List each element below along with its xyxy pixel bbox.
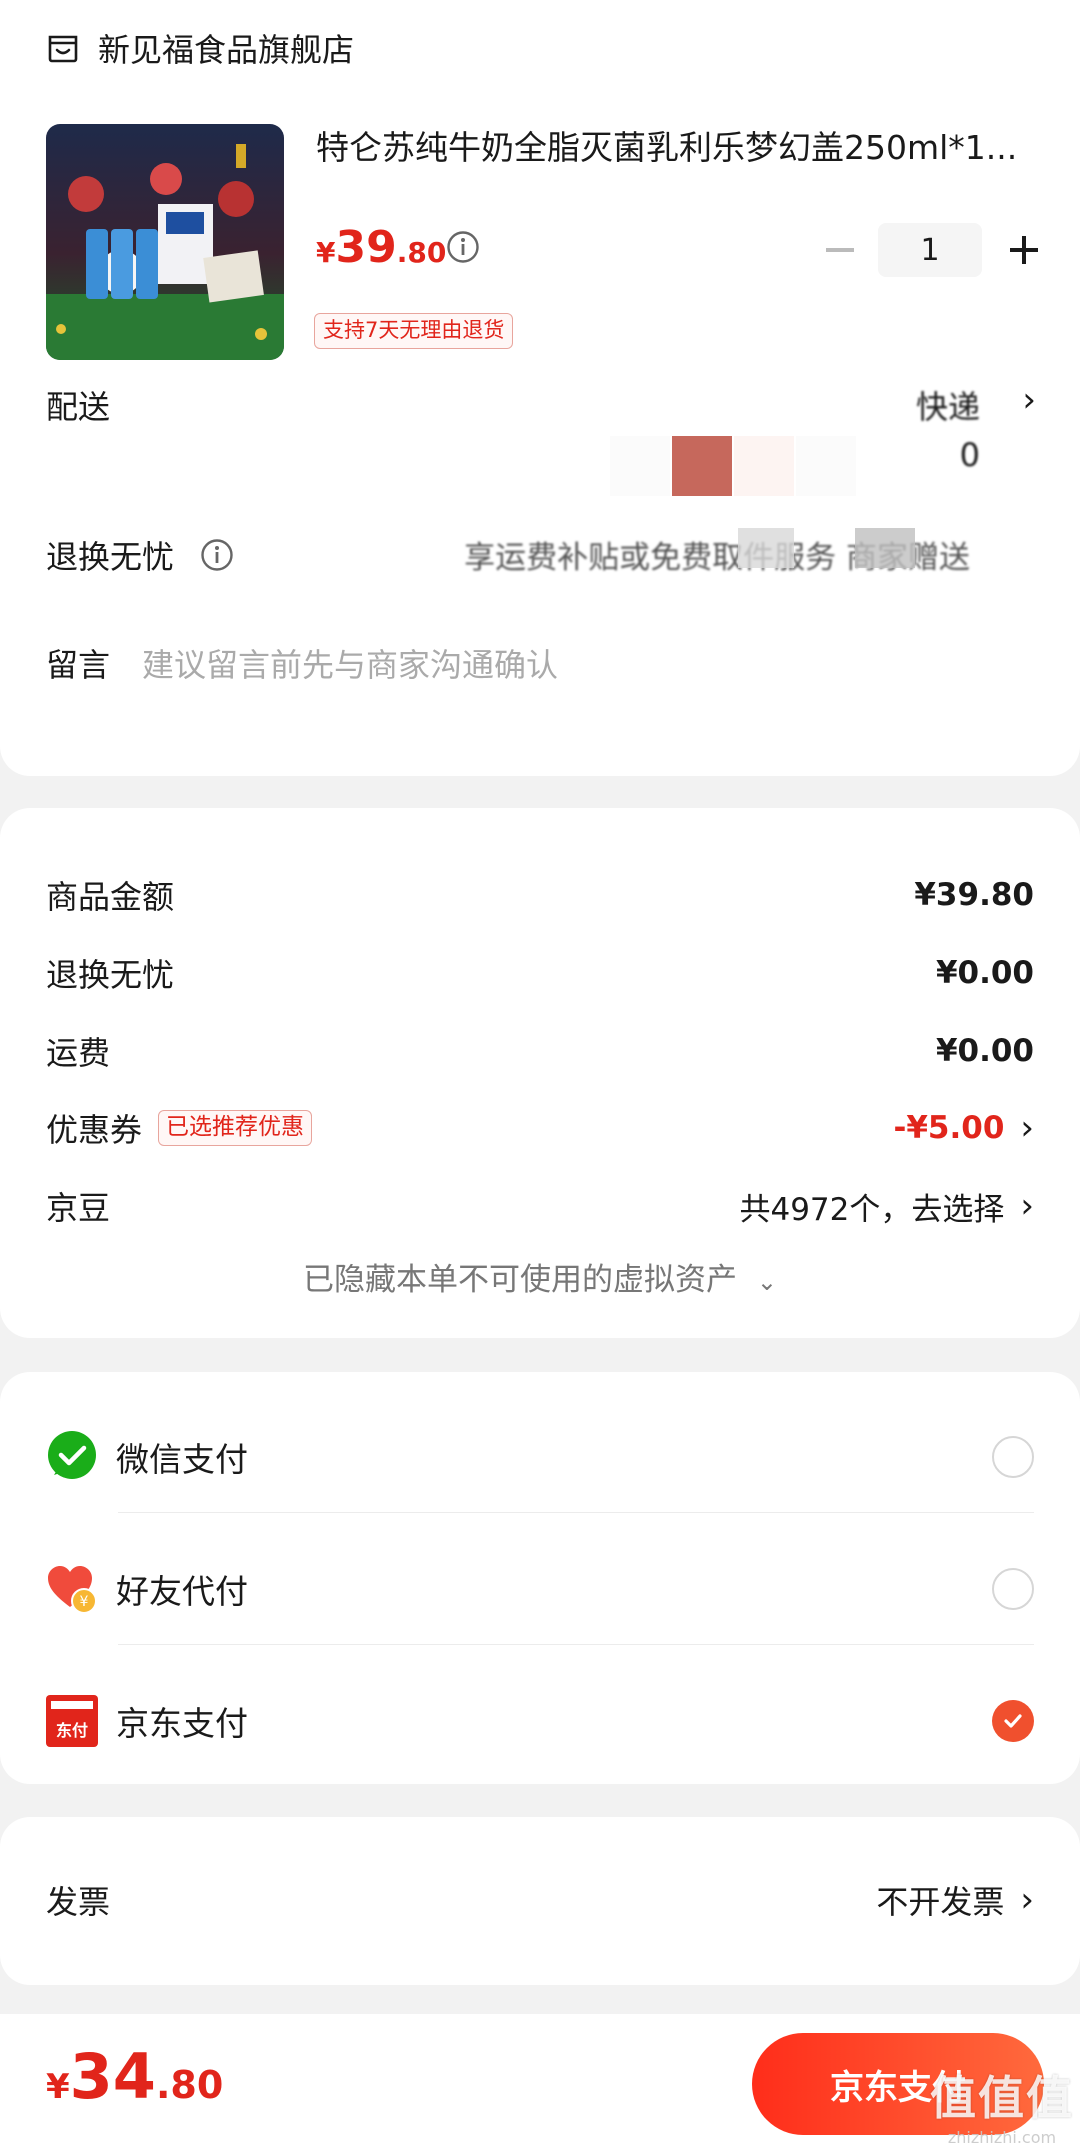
message-input[interactable]: 建议留言前先与商家沟通确认	[142, 640, 558, 686]
price-row-worry-free: 退换无忧 ¥0.00	[46, 950, 1034, 996]
coupon-value: -¥5.00	[893, 1110, 1005, 1146]
total-currency: ¥	[46, 2067, 70, 2107]
wechat-pay-label: 微信支付	[116, 1440, 248, 1479]
friend-pay-radio[interactable]	[992, 1568, 1034, 1610]
increase-button[interactable]	[1004, 223, 1044, 277]
price-currency: ¥	[316, 236, 336, 269]
invoice-card: 发票 不开发票 ›	[0, 1817, 1080, 1985]
worry-free-row[interactable]: 退换无忧	[46, 532, 234, 578]
redaction-block	[734, 436, 794, 496]
delivery-method: 快递	[915, 388, 980, 426]
coupon-row[interactable]: 优惠券 已选推荐优惠 -¥5.00 ›	[46, 1105, 1034, 1151]
chevron-down-icon: ⌄	[756, 1268, 777, 1296]
goods-amount-label: 商品金额	[46, 878, 175, 916]
friend-pay-icon: ¥	[48, 1566, 97, 1614]
invoice-value: 不开发票	[876, 1883, 1005, 1921]
coupon-chevron-icon: ›	[1020, 1108, 1034, 1148]
shipping-fee-value: ¥0.00	[935, 1033, 1034, 1069]
payment-card: 微信支付 ¥ 好友代付 东付 京东支付	[0, 1372, 1080, 1784]
store-header[interactable]: 新见福食品旗舰店	[46, 24, 354, 72]
jingdou-chevron-icon: ›	[1020, 1186, 1034, 1226]
quantity-input[interactable]: 1	[878, 223, 982, 277]
redaction-block	[796, 436, 856, 496]
store-name: 新见福食品旗舰店	[98, 31, 355, 69]
message-label: 留言	[46, 646, 111, 684]
jd-pay-radio[interactable]	[992, 1700, 1034, 1742]
price-info-icon[interactable]	[446, 230, 480, 264]
quantity-stepper: 1	[820, 223, 1044, 277]
total-integer: 34	[69, 2040, 156, 2113]
goods-amount-value: ¥39.80	[914, 877, 1034, 913]
delivery-chevron-icon[interactable]: ›	[1022, 380, 1036, 420]
worry-free-fee-label: 退换无忧	[46, 956, 175, 994]
minus-icon	[826, 248, 854, 252]
check-icon	[1004, 1714, 1022, 1728]
worry-free-label: 退换无忧	[46, 538, 175, 576]
store-icon	[48, 35, 78, 63]
jingdou-row[interactable]: 京豆 共4972个，去选择 ›	[46, 1183, 1034, 1229]
order-card: 新见福食品旗舰店 特仑苏纯牛奶全脂灭菌乳利乐梦幻盖250ml*1... ¥ 39…	[0, 0, 1080, 776]
wechat-pay-radio[interactable]	[992, 1436, 1034, 1478]
price-row-shipping: 运费 ¥0.00	[46, 1028, 1034, 1074]
total-price: ¥ 34 .80	[46, 2040, 223, 2113]
divider	[118, 1644, 1034, 1645]
redaction-block	[738, 528, 794, 568]
invoice-label: 发票	[46, 1883, 111, 1921]
divider	[118, 1512, 1034, 1513]
coupon-label: 优惠券	[46, 1111, 143, 1149]
payment-option-jd[interactable]: 东付 京东支付	[46, 1676, 1034, 1766]
worry-free-fee-value: ¥0.00	[935, 955, 1034, 991]
product-price: ¥ 39 .80	[316, 222, 446, 273]
product-image[interactable]	[46, 124, 284, 360]
wechat-pay-icon	[48, 1431, 96, 1479]
jd-pay-label: 京东支付	[116, 1704, 248, 1743]
hidden-assets-text: 已隐藏本单不可使用的虚拟资产	[303, 1262, 738, 1298]
total-decimal: .80	[155, 2063, 224, 2107]
jd-pay-icon-text: 东付	[55, 1721, 88, 1740]
delivery-time: 0	[959, 436, 980, 474]
price-detail-card: 商品金额 ¥39.80 退换无忧 ¥0.00 运费 ¥0.00 优惠券 已选推荐…	[0, 808, 1080, 1338]
product-title[interactable]: 特仑苏纯牛奶全脂灭菌乳利乐梦幻盖250ml*1...	[316, 124, 1036, 172]
plus-icon	[1010, 236, 1038, 264]
payment-option-friend[interactable]: ¥ 好友代付	[46, 1544, 1034, 1634]
site-watermark: 值值值 zhizhizhi.com	[930, 2062, 1074, 2147]
decrease-button[interactable]	[820, 223, 860, 277]
worry-free-info-icon[interactable]	[200, 538, 234, 572]
redaction-block	[610, 436, 670, 496]
invoice-row[interactable]: 发票 不开发票 ›	[46, 1877, 1034, 1923]
jingdou-label: 京豆	[46, 1189, 111, 1227]
jd-pay-icon: 东付	[46, 1695, 98, 1747]
price-row-goods: 商品金额 ¥39.80	[46, 872, 1034, 918]
jingdou-value: 共4972个，去选择	[739, 1191, 1005, 1228]
price-decimal: .80	[396, 236, 447, 269]
friend-pay-label: 好友代付	[116, 1572, 248, 1611]
redaction-block	[855, 528, 915, 568]
coupon-recommended-tag: 已选推荐优惠	[158, 1110, 313, 1146]
return-policy-badge: 支持7天无理由退货	[314, 313, 514, 349]
payment-option-wechat[interactable]: 微信支付	[46, 1412, 1034, 1502]
watermark-logo: 值值值	[930, 2071, 1074, 2125]
price-integer: 39	[335, 222, 397, 273]
shipping-fee-label: 运费	[46, 1034, 111, 1072]
delivery-label: 配送	[46, 388, 111, 426]
hidden-assets-toggle[interactable]: 已隐藏本单不可使用的虚拟资产 ⌄	[0, 1254, 1080, 1299]
invoice-chevron-icon: ›	[1020, 1880, 1034, 1920]
watermark-url: zhizhizhi.com	[947, 2128, 1057, 2147]
svg-text:¥: ¥	[80, 1594, 89, 1610]
redaction-block	[672, 436, 732, 496]
